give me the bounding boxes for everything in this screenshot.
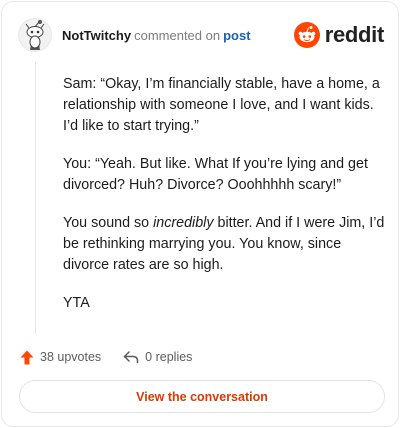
- comment-paragraph: Sam: “Okay, I’m financially stable, have…: [63, 76, 380, 134]
- reddit-logo[interactable]: reddit: [293, 22, 385, 48]
- view-conversation-button[interactable]: View the conversation: [19, 380, 385, 413]
- reddit-wordmark: reddit: [324, 22, 385, 47]
- upvote-arrow-icon: [20, 350, 34, 364]
- thread-line: [35, 62, 36, 334]
- user-avatar[interactable]: [18, 18, 52, 52]
- reply-arrow-icon: [123, 351, 139, 364]
- post-link[interactable]: post: [223, 28, 250, 43]
- comment-body: Sam: “Okay, I’m financially stable, have…: [63, 74, 385, 331]
- upvote-stat[interactable]: 38 upvotes: [20, 350, 101, 365]
- comment-paragraph: You: “Yeah. But like. What If you’re lyi…: [63, 156, 368, 193]
- username-link[interactable]: NotTwitchy: [62, 28, 131, 43]
- comment-byline: NotTwitchy commented on post: [62, 28, 251, 43]
- comment-footer: 38 upvotes 0 replies: [20, 347, 214, 367]
- emphasis-text: incredibly: [153, 215, 214, 231]
- reddit-alien-icon: [293, 22, 320, 48]
- reply-count: 0 replies: [145, 350, 193, 364]
- comment-paragraph: You sound so incredibly bitter. And if I…: [63, 215, 385, 273]
- comment-header: NotTwitchy commented on post reddit: [18, 18, 384, 52]
- upvote-count: 38 upvotes: [40, 350, 102, 364]
- comment-card: NotTwitchy commented on post reddit Sam: “…: [1, 1, 399, 427]
- comment-paragraph: YTA: [63, 295, 90, 311]
- snoo-avatar-icon: [18, 18, 52, 52]
- action-text: commented on: [134, 28, 221, 43]
- reply-stat[interactable]: 0 replies: [123, 350, 192, 364]
